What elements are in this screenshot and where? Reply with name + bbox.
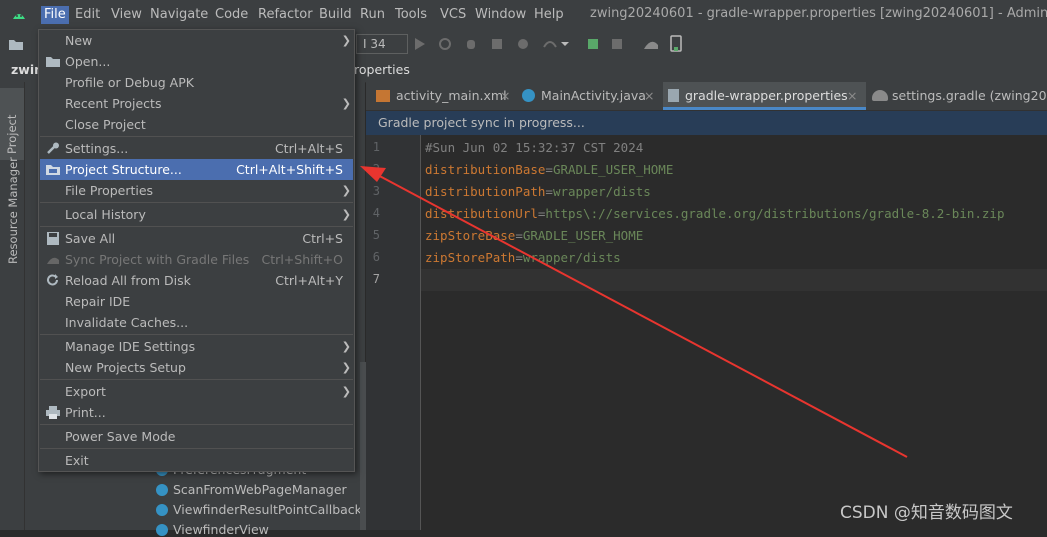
- arrow-head-icon: [360, 166, 386, 182]
- annotation-arrow: [360, 166, 908, 458]
- watermark: CSDN @知音数码图文: [840, 503, 1013, 523]
